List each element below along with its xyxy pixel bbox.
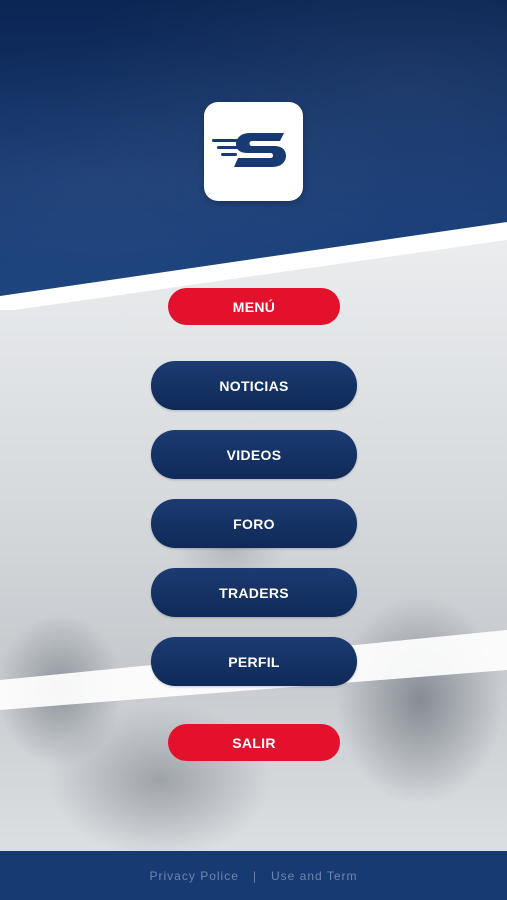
s-speed-logo-icon xyxy=(212,133,286,167)
terms-link[interactable]: Use and Term xyxy=(271,869,357,883)
perfil-button[interactable]: PERFIL xyxy=(151,637,357,686)
videos-button[interactable]: VIDEOS xyxy=(151,430,357,479)
traders-button[interactable]: TRADERS xyxy=(151,568,357,617)
app-logo xyxy=(204,102,303,201)
footer-separator: | xyxy=(252,868,257,883)
menu-header-button[interactable]: MENÚ xyxy=(168,288,340,325)
privacy-link[interactable]: Privacy Police xyxy=(150,869,239,883)
noticias-button[interactable]: NOTICIAS xyxy=(151,361,357,410)
footer-bar: Privacy Police | Use and Term xyxy=(0,851,507,900)
foro-button[interactable]: FORO xyxy=(151,499,357,548)
salir-button[interactable]: SALIR xyxy=(168,724,340,761)
